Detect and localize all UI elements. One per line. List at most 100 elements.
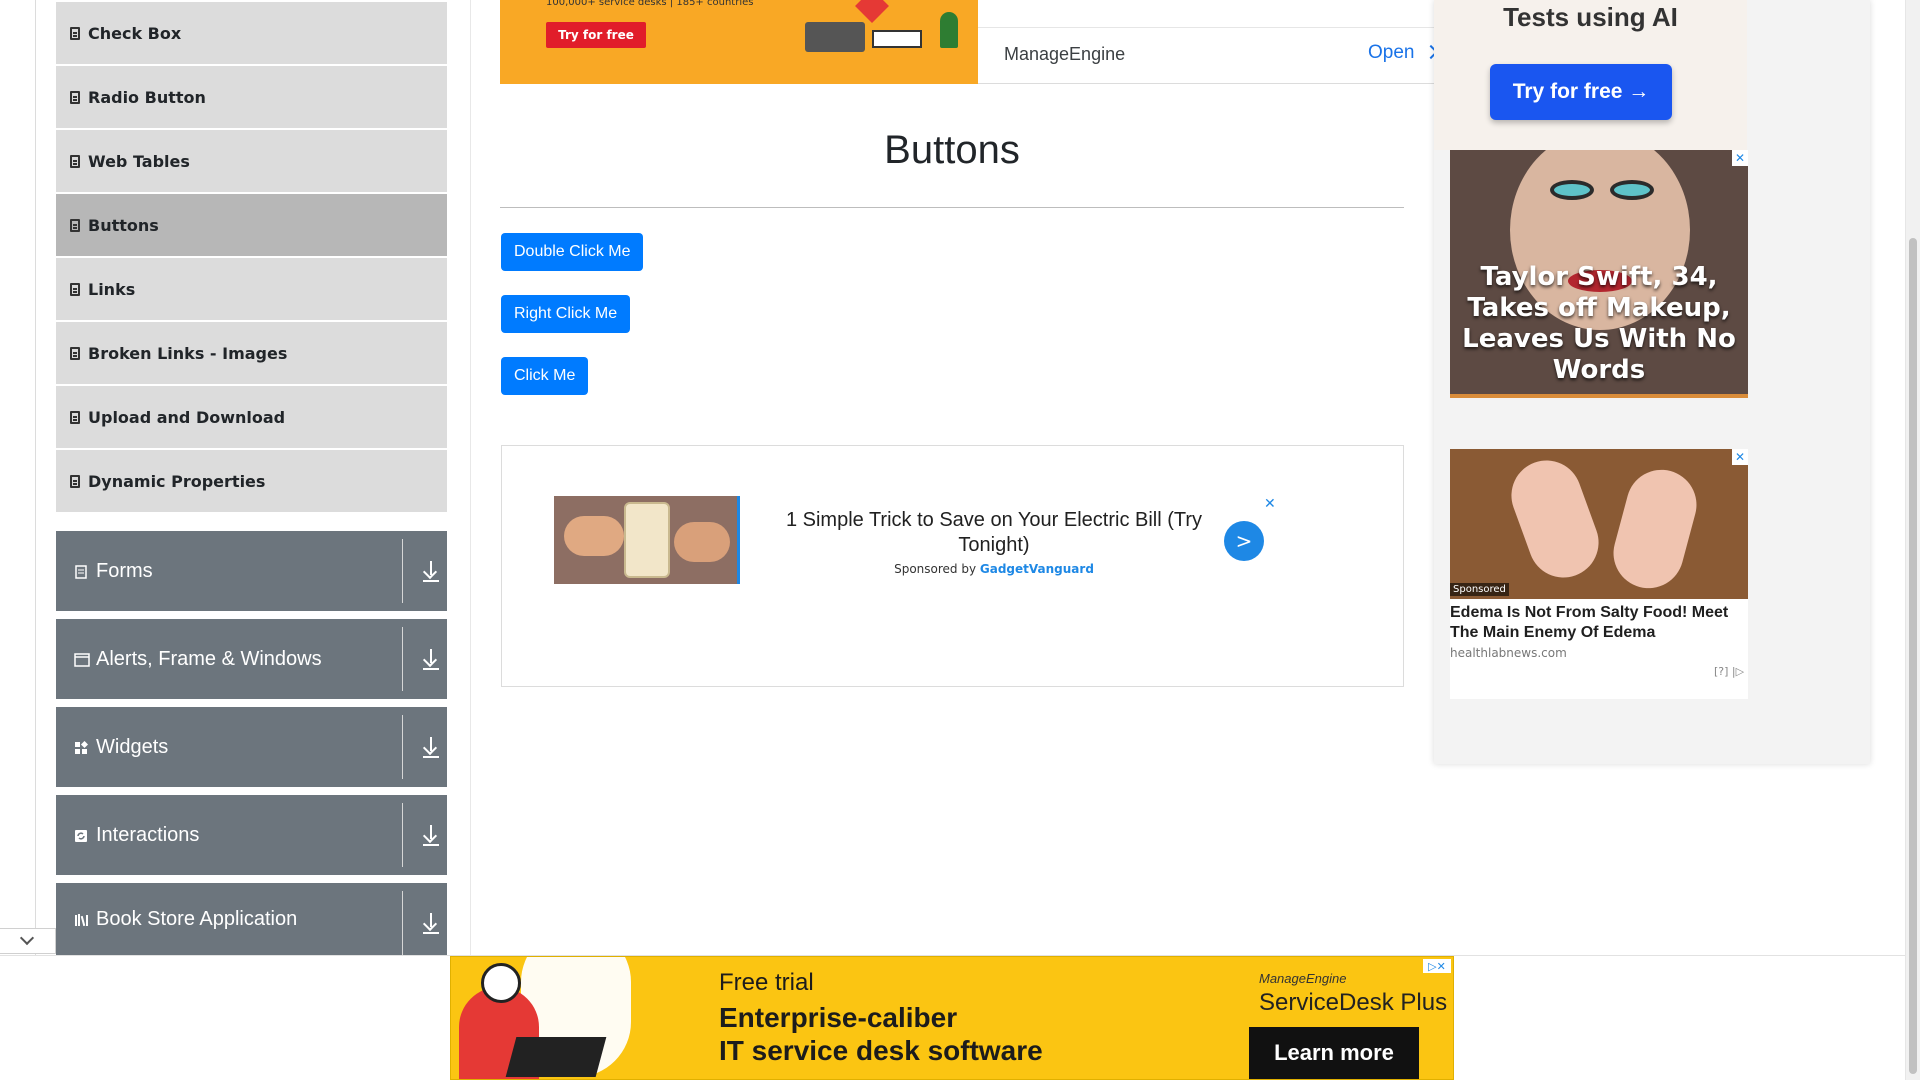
left-divider	[35, 0, 36, 955]
sidebar-item-radio-button[interactable]: Radio Button	[56, 66, 447, 128]
top-ad-banner[interactable]: 100,000+ service desks | 185+ countries …	[500, 0, 978, 84]
divider	[978, 27, 1434, 28]
content-divider	[470, 0, 471, 955]
group-label: Book Store Application	[96, 907, 298, 930]
ad-heading: Tests using AI	[1503, 2, 1678, 32]
sidebar-item-label: Links	[88, 279, 136, 299]
list-icon	[70, 26, 80, 40]
list-icon	[70, 410, 80, 424]
sidebar-group-alerts[interactable]: Alerts, Frame & Windows	[56, 619, 447, 699]
edema-ad[interactable]: Sponsored Edema Is Not From Salty Food! …	[1450, 449, 1748, 699]
ad-photo	[1450, 449, 1748, 599]
star-icon	[855, 0, 889, 23]
try-for-free-button[interactable]: Try for free →	[1490, 64, 1672, 120]
page-title: Buttons	[884, 128, 1020, 172]
sidebar-item-label: Dynamic Properties	[88, 471, 266, 491]
group-label: Widgets	[96, 735, 169, 758]
ad-line-1: Enterprise-caliber	[719, 1002, 958, 1033]
sponsor-name[interactable]: GadgetVanguard	[980, 562, 1094, 576]
sidebar-group-widgets[interactable]: Widgets	[56, 707, 447, 787]
close-icon[interactable]: ✕	[1732, 150, 1748, 166]
ad-free-trial: Free trial	[719, 969, 814, 996]
laptop-illustration	[505, 1037, 607, 1077]
sidebar-item-label: Upload and Download	[88, 407, 286, 427]
group-label: Forms	[96, 559, 153, 582]
head-illustration	[481, 963, 521, 1003]
chevron-down-icon	[19, 930, 35, 946]
download-arrow-icon[interactable]	[422, 735, 440, 759]
ai-tests-ad[interactable]: Tests using AI Try for free →	[1434, 0, 1747, 150]
window-icon	[74, 652, 90, 667]
download-arrow-icon[interactable]	[422, 559, 440, 583]
sidebar-item-buttons[interactable]: Buttons	[56, 194, 447, 256]
ad-brand: ManageEngine	[1004, 44, 1126, 64]
native-ad[interactable]: 1 Simple Trick to Save on Your Electric …	[501, 445, 1404, 687]
ad-source: healthlabnews.com	[1450, 646, 1567, 660]
ad-product: ServiceDesk Plus	[1259, 989, 1448, 1016]
celebrity-ad[interactable]: Taylor Swift, 34, Takes off Makeup, Leav…	[1450, 150, 1748, 398]
right-ad-column: Tests using AI Try for free → Taylor Swi…	[1434, 0, 1870, 764]
sidebar-item-check-box[interactable]: Check Box	[56, 2, 447, 64]
sidebar-group-forms[interactable]: Forms	[56, 531, 447, 611]
list-icon	[70, 282, 80, 296]
ad-headline[interactable]: Edema Is Not From Salty Food! Meet The M…	[1450, 603, 1748, 643]
vertical-scrollbar[interactable]	[1905, 0, 1920, 1080]
plant-illustration	[940, 12, 958, 48]
scrollbar-thumb[interactable]	[1909, 238, 1917, 1074]
right-click-button[interactable]: Right Click Me	[501, 295, 631, 333]
adchoices-icon[interactable]: ▷✕	[1423, 959, 1451, 973]
learn-more-button[interactable]: Learn more	[1249, 1027, 1419, 1079]
sidebar-item-upload-download[interactable]: Upload and Download	[56, 386, 447, 448]
list-icon	[70, 218, 80, 232]
interactions-icon	[74, 828, 88, 842]
sidebar-item-label: Web Tables	[88, 151, 190, 171]
try-for-free-button[interactable]: Try for free	[546, 22, 646, 48]
page: Check Box Radio Button Web Tables Button…	[0, 0, 1905, 1080]
list-icon	[70, 154, 80, 168]
ad-headline: Taylor Swift, 34, Takes off Makeup, Leav…	[1462, 262, 1736, 385]
adchoices-icon[interactable]: [?] |▷	[1714, 665, 1744, 678]
group-separator	[402, 539, 403, 603]
sidebar-item-broken-links[interactable]: Broken Links - Images	[56, 322, 447, 384]
laptop-illustration	[805, 22, 865, 52]
list-icon	[70, 90, 80, 104]
close-icon[interactable]: ✕	[1264, 496, 1276, 512]
bottom-ad-banner[interactable]: Free trial Enterprise-caliber IT service…	[450, 956, 1454, 1080]
ad-image	[554, 496, 740, 584]
ad-line-2: IT service desk software	[719, 1035, 1043, 1066]
collapse-sidebar-button[interactable]	[0, 928, 56, 954]
click-me-button[interactable]: Click Me	[501, 357, 589, 395]
book-icon	[74, 912, 88, 927]
group-separator	[402, 715, 403, 779]
sidebar-item-label: Check Box	[88, 23, 182, 43]
sidebar-item-label: Broken Links - Images	[88, 343, 288, 363]
open-link[interactable]: Open	[1368, 42, 1414, 64]
widgets-icon	[74, 740, 89, 754]
download-arrow-icon[interactable]	[422, 647, 440, 671]
sponsored-badge: Sponsored	[1450, 583, 1509, 596]
close-icon[interactable]: ✕	[1732, 449, 1748, 465]
sidebar-group-book-store[interactable]: Book Store Application	[56, 883, 447, 955]
ad-tagline: 100,000+ service desks | 185+ countries	[546, 0, 754, 8]
top-ad-info[interactable]: ManageEngine Open	[978, 0, 1439, 84]
download-arrow-icon[interactable]	[422, 911, 440, 935]
sidebar-element-list: Check Box Radio Button Web Tables Button…	[56, 2, 447, 514]
go-arrow-button[interactable]: >	[1224, 521, 1264, 561]
list-icon	[70, 346, 80, 360]
group-label: Alerts, Frame & Windows	[96, 647, 322, 670]
ad-headline[interactable]: 1 Simple Trick to Save on Your Electric …	[764, 508, 1224, 558]
sidebar-item-dynamic-properties[interactable]: Dynamic Properties	[56, 450, 447, 512]
group-separator	[402, 803, 403, 867]
list-icon	[70, 474, 80, 488]
sidebar-item-web-tables[interactable]: Web Tables	[56, 130, 447, 192]
ad-sponsor: Sponsored by GadgetVanguard	[764, 562, 1224, 576]
group-separator	[402, 627, 403, 691]
group-label: Interactions	[96, 823, 200, 846]
sidebar-item-links[interactable]: Links	[56, 258, 447, 320]
sidebar-group-interactions[interactable]: Interactions	[56, 795, 447, 875]
title-divider	[500, 207, 1404, 208]
download-arrow-icon[interactable]	[422, 823, 440, 847]
double-click-button[interactable]: Double Click Me	[501, 233, 644, 271]
sponsored-prefix: Sponsored by	[894, 562, 977, 576]
group-separator	[402, 891, 403, 955]
